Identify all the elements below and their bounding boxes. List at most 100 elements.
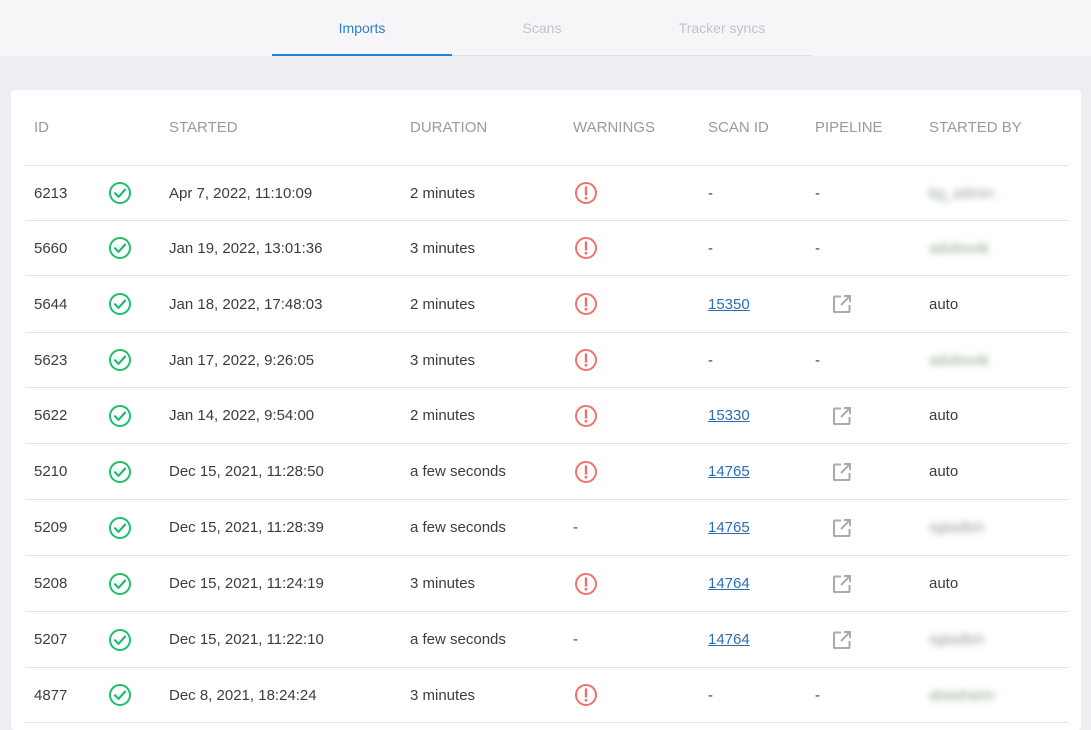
external-link-icon[interactable] (830, 612, 854, 667)
scan-id-link[interactable]: 14764 (708, 612, 750, 667)
check-circle-icon (108, 221, 132, 275)
row-started: Jan 19, 2022, 13:01:36 (169, 239, 323, 257)
row-started-by: agladkin (929, 519, 985, 536)
top-bar: Imports Scans Tracker syncs (0, 0, 1091, 56)
row-duration: 2 minutes (410, 295, 476, 313)
scan-id-link[interactable]: 14764 (708, 556, 750, 611)
row-id: 6213 (34, 184, 68, 202)
table-row: 4877 Dec 8, 2021, 18:24:24 3 minutes - - abas… (25, 668, 1068, 723)
row-duration: 3 minutes (410, 351, 476, 369)
warning-icon[interactable] (574, 668, 598, 722)
row-started-by: adubovik (929, 351, 990, 369)
header-started: STARTED (169, 119, 238, 136)
imports-card: ID STARTED DURATION WARNINGS SCAN ID PIP… (11, 90, 1081, 730)
warning-icon[interactable] (574, 276, 598, 332)
row-pipeline: - (815, 184, 820, 202)
external-link-icon[interactable] (830, 276, 854, 332)
table-row: 5207 Dec 15, 2021, 11:22:10 a few seconds -… (25, 612, 1068, 668)
row-id: 5660 (34, 239, 68, 257)
row-started-by: kg_admin (929, 184, 995, 202)
header-started-by: STARTED BY (929, 119, 1022, 136)
scan-id-link[interactable]: 15350 (708, 276, 750, 332)
row-started: Dec 15, 2021, 11:28:50 (169, 463, 324, 480)
row-started: Apr 7, 2022, 11:10:09 (169, 184, 313, 202)
header-pipeline: PIPELINE (815, 119, 883, 136)
row-scan-id: - (708, 686, 713, 704)
warning-icon[interactable] (574, 556, 598, 611)
warning-icon[interactable] (574, 166, 598, 220)
tab-bar: Imports Scans Tracker syncs (272, 0, 812, 56)
row-duration: a few seconds (410, 463, 506, 480)
row-started: Jan 17, 2022, 9:26:05 (169, 351, 315, 369)
row-pipeline: - (815, 351, 820, 369)
check-circle-icon (108, 556, 132, 611)
table-row: 5644 Jan 18, 2022, 17:48:03 2 minutes 15350… (25, 276, 1068, 333)
check-circle-icon (108, 668, 132, 722)
row-id: 4877 (34, 686, 68, 704)
row-id: 5209 (34, 519, 68, 536)
row-started-by: auto (929, 295, 959, 313)
row-started-by: adubovik (929, 239, 990, 257)
tab-imports[interactable]: Imports (272, 0, 452, 56)
row-started-by: abasharin (929, 686, 995, 704)
row-duration: 2 minutes (410, 184, 476, 202)
scan-id-link[interactable]: 14765 (708, 500, 750, 555)
header-scan-id: SCAN ID (708, 119, 769, 136)
row-duration: 3 minutes (410, 239, 476, 257)
table-header: ID STARTED DURATION WARNINGS SCAN ID PIP… (25, 90, 1068, 166)
table-row: 5208 Dec 15, 2021, 11:24:19 3 minutes 14764… (25, 556, 1068, 612)
row-started: Dec 15, 2021, 11:24:19 (169, 575, 324, 592)
scan-id-link[interactable]: 14765 (708, 444, 750, 499)
external-link-icon[interactable] (830, 444, 854, 499)
table-row: 5623 Jan 17, 2022, 9:26:05 3 minutes - - adub… (25, 333, 1068, 388)
row-pipeline: - (815, 686, 820, 704)
row-scan-id: - (708, 239, 713, 257)
row-started-by: agladkin (929, 631, 985, 648)
header-id: ID (34, 119, 49, 136)
imports-table: ID STARTED DURATION WARNINGS SCAN ID PIP… (25, 90, 1068, 723)
external-link-icon[interactable] (830, 388, 854, 443)
table-row: 5622 Jan 14, 2022, 9:54:00 2 minutes 15330 a… (25, 388, 1068, 444)
tab-tracker-syncs[interactable]: Tracker syncs (632, 0, 812, 55)
warning-icon[interactable] (574, 388, 598, 443)
tab-scans[interactable]: Scans (452, 0, 632, 55)
row-id: 5622 (34, 407, 68, 424)
row-duration: 3 minutes (410, 686, 476, 704)
row-started-by: auto (929, 407, 959, 424)
row-id: 5623 (34, 351, 68, 369)
row-duration: 2 minutes (410, 407, 476, 424)
table-row: 6213 Apr 7, 2022, 11:10:09 2 minutes - - kg_a… (25, 166, 1068, 221)
check-circle-icon (108, 388, 132, 443)
row-started: Jan 14, 2022, 9:54:00 (169, 407, 315, 424)
warning-icon[interactable] (574, 333, 598, 387)
row-duration: a few seconds (410, 631, 506, 648)
row-started: Dec 8, 2021, 18:24:24 (169, 686, 317, 704)
row-started: Dec 15, 2021, 11:28:39 (169, 519, 324, 536)
row-scan-id: - (708, 351, 713, 369)
table-row: 5660 Jan 19, 2022, 13:01:36 3 minutes - - adu… (25, 221, 1068, 276)
external-link-icon[interactable] (830, 556, 854, 611)
table-row: 5210 Dec 15, 2021, 11:28:50 a few seconds 1… (25, 444, 1068, 500)
row-id: 5208 (34, 575, 68, 592)
row-started: Dec 15, 2021, 11:22:10 (169, 631, 324, 648)
header-warnings: WARNINGS (573, 119, 655, 136)
header-duration: DURATION (410, 119, 488, 136)
table-body: 6213 Apr 7, 2022, 11:10:09 2 minutes - - kg_a… (25, 166, 1068, 723)
check-circle-icon (108, 500, 132, 555)
check-circle-icon (108, 276, 132, 332)
check-circle-icon (108, 444, 132, 499)
row-duration: 3 minutes (410, 575, 476, 592)
warning-icon[interactable] (574, 221, 598, 275)
table-row: 5209 Dec 15, 2021, 11:28:39 a few seconds -… (25, 500, 1068, 556)
row-duration: a few seconds (410, 519, 506, 536)
scan-id-link[interactable]: 15330 (708, 388, 750, 443)
row-started-by: auto (929, 575, 959, 592)
external-link-icon[interactable] (830, 500, 854, 555)
row-id: 5644 (34, 295, 68, 313)
row-started: Jan 18, 2022, 17:48:03 (169, 295, 323, 313)
warning-icon[interactable] (574, 444, 598, 499)
check-circle-icon (108, 612, 132, 667)
row-warnings: - (573, 631, 578, 648)
row-id: 5210 (34, 463, 68, 480)
row-scan-id: - (708, 184, 713, 202)
